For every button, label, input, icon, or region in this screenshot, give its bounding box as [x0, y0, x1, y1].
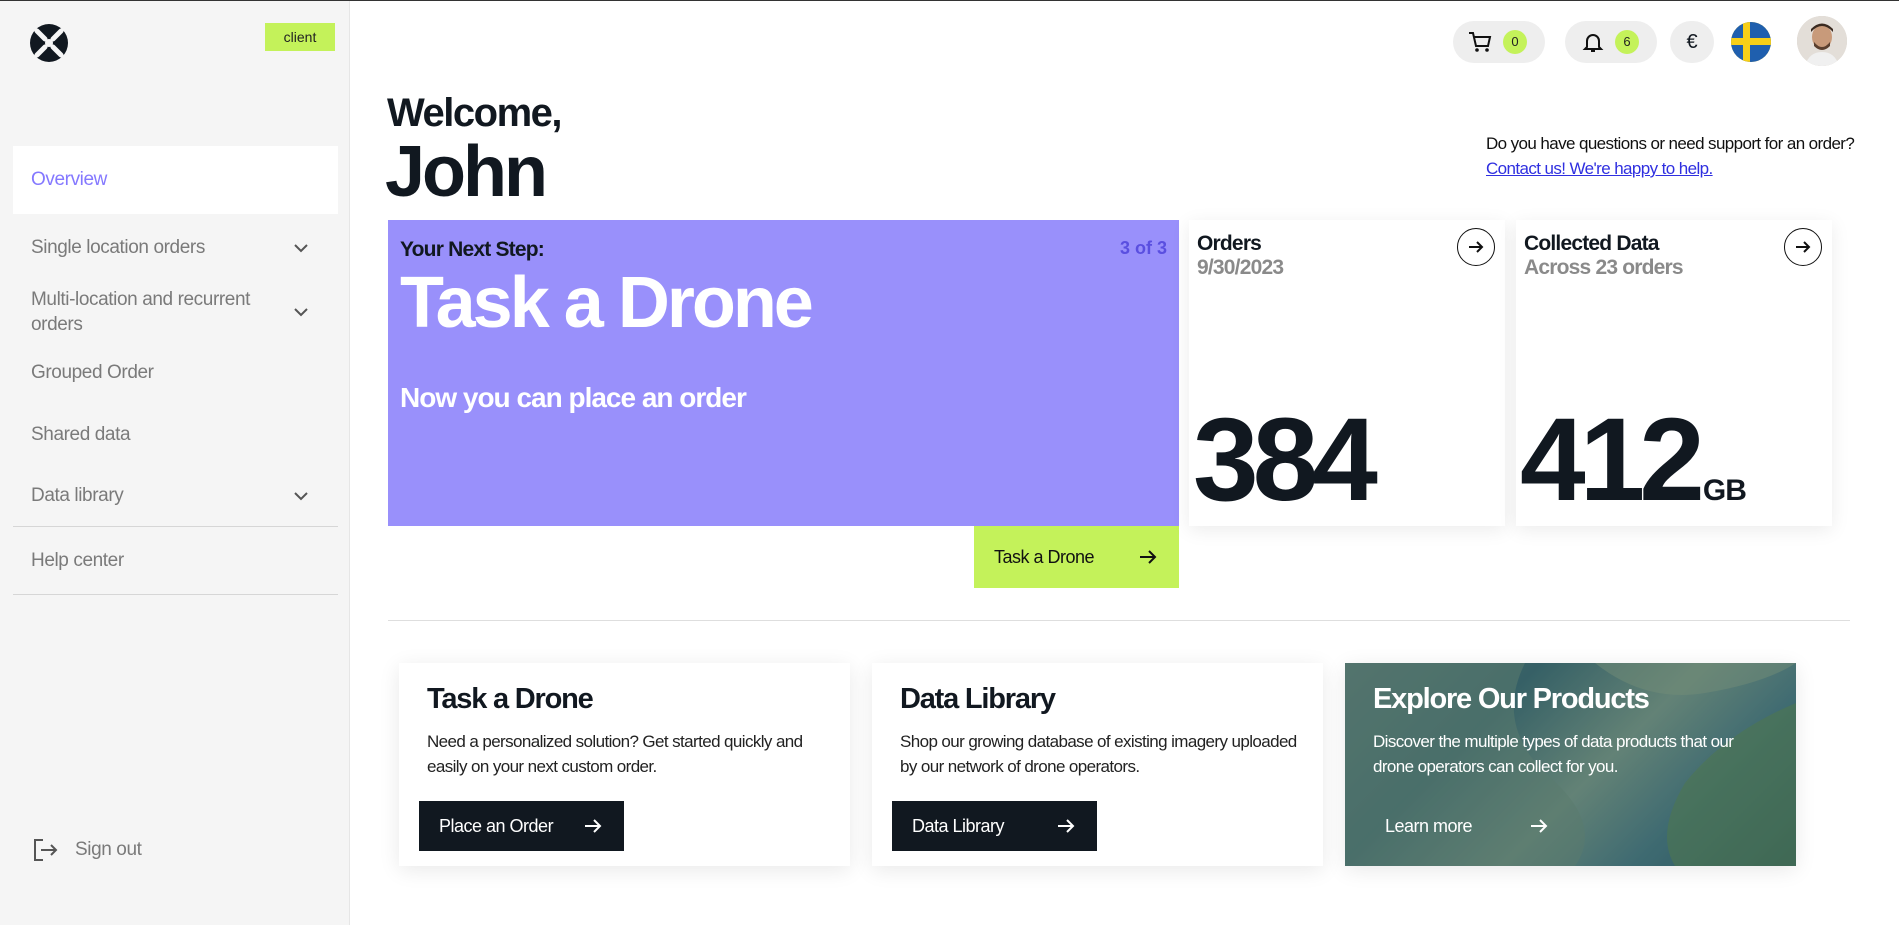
arrow-right-icon [1140, 550, 1157, 564]
card-description: Need a personalized solution? Get starte… [427, 732, 803, 776]
arrow-right-icon [1469, 241, 1484, 253]
notifications-count-badge: 6 [1615, 30, 1639, 54]
contact-us-link[interactable]: Contact us! We're happy to help. [1486, 159, 1713, 179]
sidebar-item-single-location-orders[interactable]: Single location orders [13, 214, 338, 282]
notifications-button[interactable]: 6 [1565, 21, 1657, 63]
collected-data-value: 412 [1520, 394, 1705, 526]
bell-icon [1582, 34, 1604, 52]
sidebar-item-label: Single location orders [31, 237, 205, 258]
avatar-image [1797, 16, 1847, 66]
place-order-label: Place an Order [439, 815, 554, 836]
next-step-card: Your Next Step: 3 of 3 Task a Drone Now … [388, 220, 1179, 526]
arrow-right-icon [585, 819, 602, 833]
sidebar-item-label: Multi-location and recurrent orders [31, 289, 251, 335]
learn-more-button[interactable]: Learn more [1365, 801, 1570, 851]
task-a-drone-button[interactable]: Task a Drone [974, 526, 1179, 588]
sidebar-item-shared-data[interactable]: Shared data [13, 404, 338, 466]
collected-data-unit: GB [1702, 474, 1747, 507]
next-step-title: Task a Drone [400, 263, 814, 343]
orders-arrow-button[interactable] [1457, 228, 1495, 266]
section-divider [388, 620, 1850, 621]
cart-count-badge: 0 [1503, 30, 1527, 54]
sidebar-item-grouped-order[interactable]: Grouped Order [13, 342, 338, 404]
chevron-down-icon [294, 244, 308, 253]
arrow-right-icon [1796, 241, 1811, 253]
collected-data-arrow-button[interactable] [1784, 228, 1822, 266]
data-library-label: Data Library [912, 815, 1005, 836]
client-badge: client [265, 23, 335, 51]
sidebar-nav: Overview Single location orders Multi-lo… [13, 146, 338, 595]
next-step-subtitle: Now you can place an order [400, 382, 747, 413]
welcome-greeting: Welcome, [387, 91, 563, 135]
user-name: John [385, 132, 548, 212]
card-title: Explore Our Products [1373, 683, 1650, 715]
card-description: Shop our growing database of existing im… [900, 732, 1297, 776]
support-question: Do you have questions or need support fo… [1486, 134, 1855, 153]
card-title: Task a Drone [427, 683, 594, 715]
sidebar-item-multi-location-orders[interactable]: Multi-location and recurrent orders [13, 282, 338, 342]
data-library-card: Data Library Shop our growing database o… [872, 663, 1323, 866]
sidebar-item-overview[interactable]: Overview [13, 146, 338, 214]
currency-button[interactable]: € [1670, 21, 1714, 63]
collected-data-subtitle: Across 23 orders [1524, 256, 1684, 279]
cart-icon [1469, 32, 1492, 52]
card-description: Discover the multiple types of data prod… [1373, 732, 1734, 776]
sign-out-label: Sign out [75, 839, 142, 860]
sign-out-icon [34, 839, 58, 861]
collected-data-value-wrap: 412 GB [1520, 400, 1747, 551]
logo-icon[interactable] [29, 23, 69, 63]
orders-stat-title: Orders [1197, 232, 1262, 255]
place-order-button[interactable]: Place an Order [419, 801, 624, 851]
cart-button[interactable]: 0 [1453, 21, 1545, 63]
sidebar-item-data-library[interactable]: Data library [13, 466, 338, 526]
chevron-down-icon [294, 308, 308, 317]
sidebar-item-label: Help center [31, 549, 124, 571]
user-avatar[interactable] [1797, 16, 1847, 66]
sidebar-item-label: Shared data [31, 424, 131, 445]
sidebar-item-label: Grouped Order [31, 362, 154, 383]
learn-more-label: Learn more [1385, 815, 1473, 836]
sidebar-item-label: Data library [31, 485, 124, 506]
data-library-button[interactable]: Data Library [892, 801, 1097, 851]
explore-products-card: Explore Our Products Discover the multip… [1345, 663, 1796, 866]
next-step-counter: 3 of 3 [1119, 238, 1167, 258]
task-a-drone-button-label: Task a Drone [994, 546, 1095, 567]
chevron-down-icon [294, 492, 308, 501]
arrow-right-icon [1058, 819, 1075, 833]
sidebar-item-label: Overview [31, 169, 107, 190]
orders-stat-value: 384 [1193, 394, 1378, 526]
task-drone-card: Task a Drone Need a personalized solutio… [399, 663, 850, 866]
collected-data-stat-card: Collected Data Across 23 orders 412 GB [1516, 220, 1832, 526]
collected-data-title: Collected Data [1524, 232, 1659, 255]
card-title: Data Library [900, 683, 1056, 715]
sign-out-button[interactable]: Sign out [31, 836, 142, 864]
arrow-right-icon [1531, 819, 1548, 833]
language-flag-sweden[interactable] [1731, 22, 1771, 62]
sidebar: client Overview Single location orders M… [0, 1, 350, 925]
nav-divider [13, 594, 338, 595]
next-step-kicker: Your Next Step: [400, 238, 545, 261]
orders-stat-card: Orders 9/30/2023 384 [1189, 220, 1505, 526]
sidebar-item-help-center[interactable]: Help center [13, 527, 338, 594]
orders-stat-date: 9/30/2023 [1197, 256, 1284, 279]
